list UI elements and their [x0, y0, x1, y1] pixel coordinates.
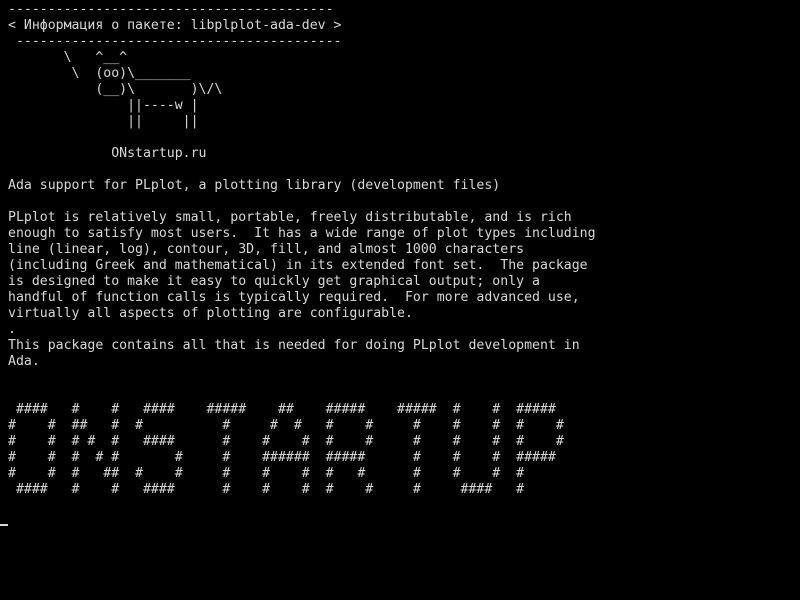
cowsay-message: ----------------------------------------…	[8, 2, 342, 161]
terminal-output: ----------------------------------------…	[8, 2, 596, 498]
package-description: PLplot is relatively small, portable, fr…	[8, 210, 596, 369]
terminal-screen: ----------------------------------------…	[0, 0, 800, 600]
onstartup-banner: #### # # #### ##### ## ##### ##### # # #…	[8, 402, 564, 497]
package-summary: Ada support for PLplot, a plotting libra…	[8, 178, 501, 193]
text-cursor	[0, 524, 8, 526]
